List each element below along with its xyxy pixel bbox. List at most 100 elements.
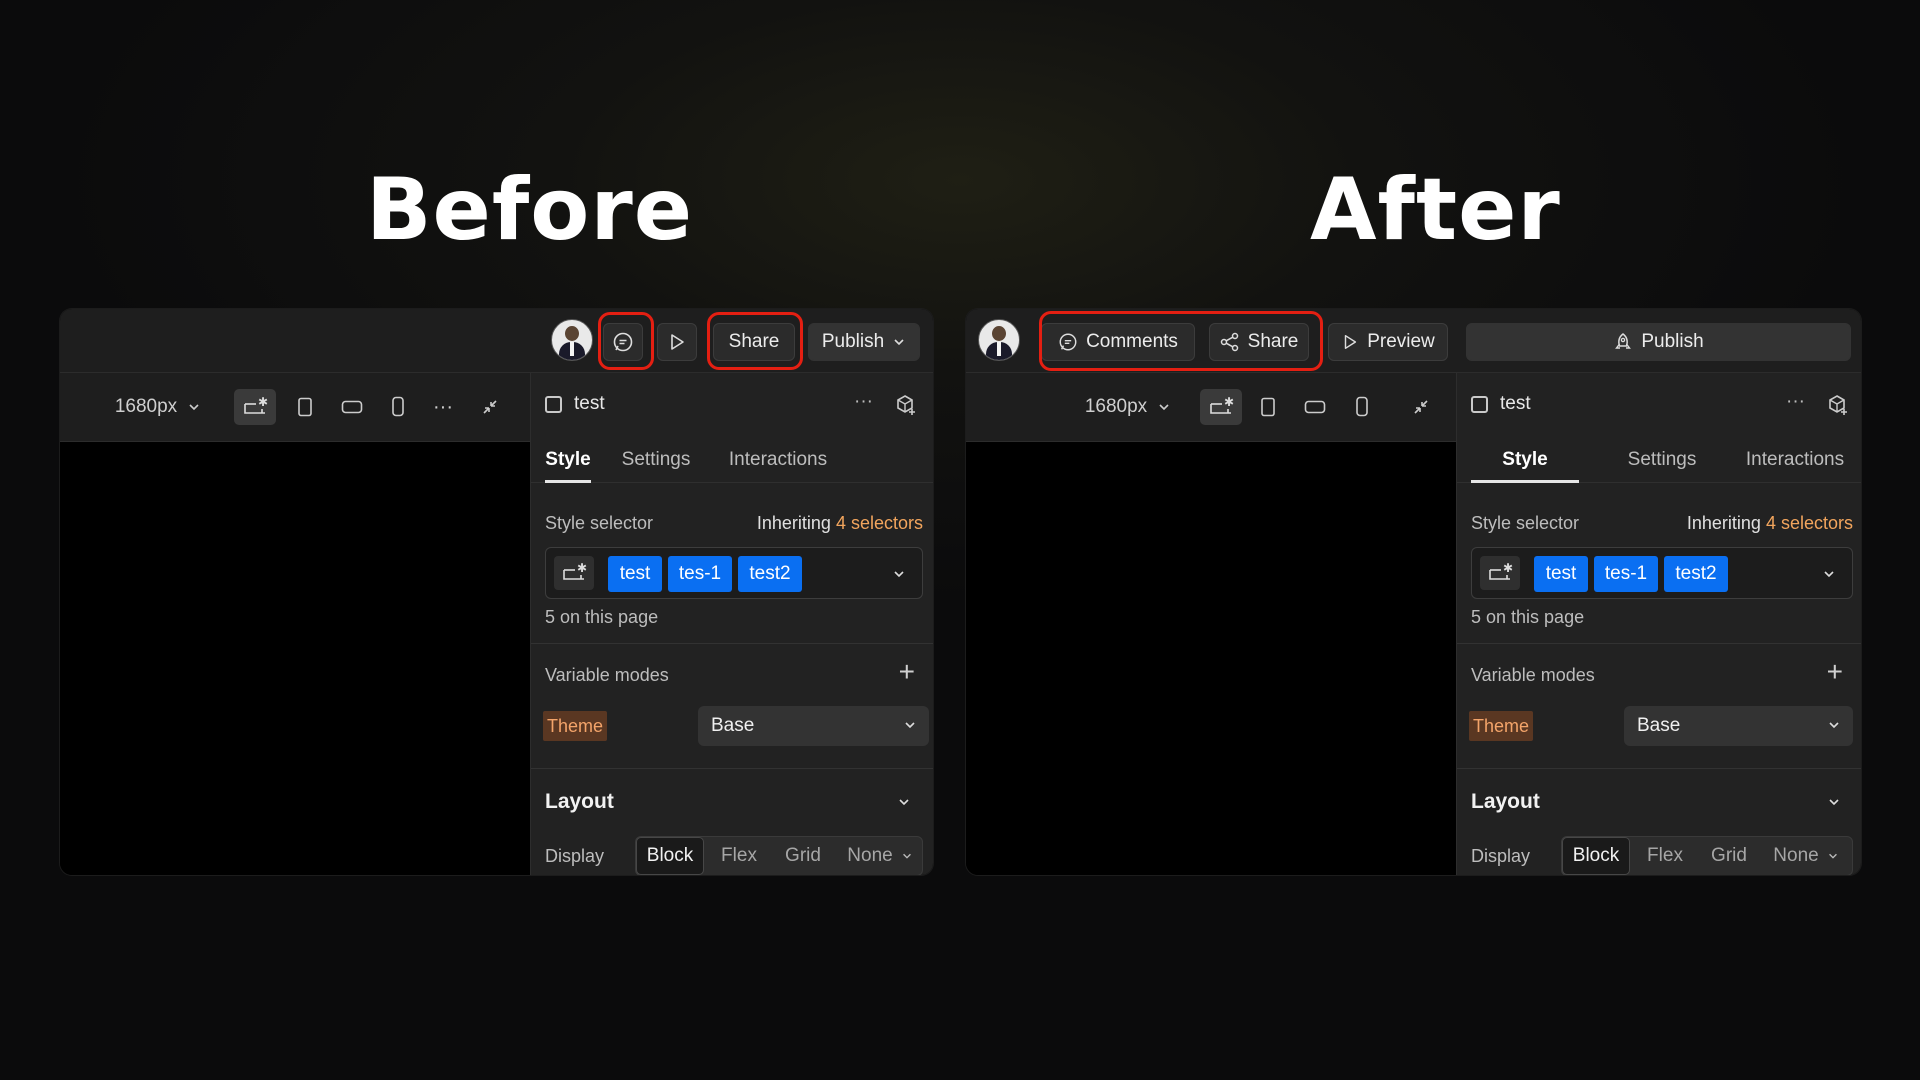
preview-button[interactable] [657, 323, 697, 361]
theme-tag: Theme [1469, 711, 1534, 741]
tab-style[interactable]: Style [545, 438, 591, 483]
chevron-down-icon[interactable] [892, 567, 906, 581]
phone-landscape-icon [1304, 400, 1326, 414]
more-options-button[interactable]: ··· [423, 373, 463, 441]
collapse-button[interactable] [470, 373, 510, 441]
selector-chip[interactable]: tes-1 [668, 556, 732, 592]
breakpoint-label: 1680px [114, 396, 178, 417]
more-icon: ··· [433, 395, 453, 418]
publish-button-label: Publish [821, 331, 885, 352]
display-flex[interactable]: Flex [1634, 837, 1696, 875]
display-block[interactable]: Block [1562, 837, 1630, 875]
desktop-star-icon: ✱ [1210, 396, 1234, 414]
after-canvas[interactable] [966, 442, 1456, 875]
tab-interactions[interactable]: Interactions [1739, 438, 1851, 482]
svg-text:✱: ✱ [1503, 562, 1513, 575]
after-heading: After [1310, 160, 1561, 260]
before-window: Share Publish 1680px ✱ ··· test ··· Styl… [60, 309, 933, 875]
display-flex[interactable]: Flex [708, 837, 770, 875]
layout-section-title: Layout [545, 790, 614, 813]
display-segmented-control: Block Flex Grid None [635, 836, 923, 875]
selector-chip[interactable]: test [1534, 556, 1588, 592]
add-component-icon[interactable] [895, 394, 917, 416]
add-variable-mode-icon[interactable]: + [1827, 656, 1843, 688]
tablet-breakpoint-button[interactable] [1248, 373, 1288, 441]
display-none[interactable]: None [840, 837, 920, 875]
selector-chip[interactable]: test2 [1664, 556, 1728, 592]
selector-chip[interactable]: test2 [738, 556, 802, 592]
chevron-down-icon [1159, 404, 1169, 411]
user-avatar[interactable] [551, 319, 593, 361]
divider [531, 768, 933, 769]
chevron-down-icon[interactable] [1827, 795, 1841, 809]
before-canvas-toolbar: 1680px ✱ ··· [60, 373, 530, 442]
publish-button[interactable]: Publish [1466, 323, 1851, 361]
tab-settings[interactable]: Settings [617, 438, 695, 482]
display-label: Display [1471, 846, 1531, 866]
display-label: Display [545, 846, 605, 866]
before-style-panel: test ··· Style Settings Interactions Sty… [530, 373, 933, 875]
preview-button[interactable]: Preview [1328, 323, 1448, 361]
collapse-arrows-icon [483, 400, 497, 414]
display-grid[interactable]: Grid [1698, 837, 1760, 875]
theme-select[interactable]: Base [698, 706, 929, 746]
selector-chip[interactable]: test [608, 556, 662, 592]
breakpoint-select[interactable]: 1680px [104, 373, 212, 441]
element-name: test [574, 393, 605, 414]
chevron-down-icon[interactable] [897, 795, 911, 809]
theme-select[interactable]: Base [1624, 706, 1853, 746]
play-icon [671, 334, 684, 350]
display-none[interactable]: None [1766, 837, 1846, 875]
add-component-icon[interactable] [1827, 394, 1849, 416]
landscape-breakpoint-button[interactable] [1295, 373, 1335, 441]
variable-modes-label: Variable modes [1471, 665, 1595, 685]
selector-element-icon: ✱ [554, 556, 594, 590]
element-checkbox-icon[interactable] [1471, 395, 1488, 413]
divider [531, 643, 933, 644]
tab-settings[interactable]: Settings [1607, 438, 1717, 482]
selector-chip[interactable]: tes-1 [1594, 556, 1658, 592]
element-header: test [1471, 393, 1531, 415]
selector-element-icon: ✱ [1480, 556, 1520, 590]
chevron-down-icon [189, 404, 199, 411]
desktop-breakpoint-button[interactable]: ✱ [1200, 389, 1242, 425]
element-more-icon[interactable]: ··· [854, 391, 873, 413]
phone-landscape-icon [341, 400, 363, 414]
display-block[interactable]: Block [636, 837, 704, 875]
chevron-down-icon [894, 339, 904, 346]
inheriting-selectors[interactable]: Inheriting 4 selectors [757, 513, 923, 534]
theme-select-value: Base [711, 715, 755, 736]
chevron-down-icon[interactable] [1822, 567, 1836, 581]
tab-style[interactable]: Style [1471, 438, 1579, 483]
panel-tabs: Style Settings Interactions [531, 438, 933, 483]
portrait-breakpoint-button[interactable] [378, 373, 418, 441]
publish-button-label: Publish [1641, 331, 1704, 352]
publish-button[interactable]: Publish [808, 323, 920, 361]
desktop-star-icon: ✱ [244, 396, 268, 414]
element-checkbox-icon[interactable] [545, 395, 562, 413]
selector-input[interactable]: ✱ test tes-1 test2 [1471, 547, 1853, 599]
svg-text:✱: ✱ [258, 396, 268, 409]
display-grid[interactable]: Grid [772, 837, 834, 875]
tab-interactions[interactable]: Interactions [722, 438, 834, 482]
before-canvas[interactable] [60, 442, 530, 875]
tablet-breakpoint-button[interactable] [285, 373, 325, 441]
selector-input[interactable]: ✱ test tes-1 test2 [545, 547, 923, 599]
element-more-icon[interactable]: ··· [1786, 391, 1805, 413]
landscape-breakpoint-button[interactable] [332, 373, 372, 441]
user-avatar[interactable] [978, 319, 1020, 361]
chevron-down-icon [902, 853, 911, 859]
portrait-breakpoint-button[interactable] [1342, 373, 1382, 441]
chevron-down-icon [1829, 722, 1839, 729]
chevron-down-icon [1828, 853, 1837, 859]
style-selector-label: Style selector [1471, 513, 1580, 533]
after-canvas-toolbar: 1680px ✱ [966, 373, 1456, 442]
theme-tag: Theme [543, 711, 608, 741]
layout-section-title: Layout [1471, 790, 1540, 813]
breakpoint-select[interactable]: 1680px [1074, 373, 1182, 441]
desktop-breakpoint-button[interactable]: ✱ [234, 389, 276, 425]
add-variable-mode-icon[interactable]: + [899, 656, 915, 688]
display-none-label: None [1773, 845, 1819, 866]
inheriting-selectors[interactable]: Inheriting 4 selectors [1687, 513, 1853, 534]
collapse-button[interactable] [1401, 373, 1441, 441]
